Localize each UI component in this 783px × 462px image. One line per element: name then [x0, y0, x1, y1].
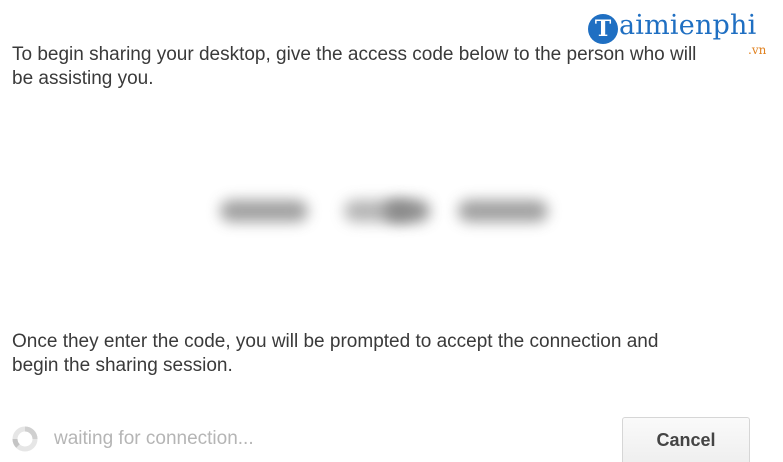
cancel-button[interactable]: Cancel [622, 417, 750, 462]
watermark-logo: T aimienphi .vn [588, 10, 783, 60]
watermark-tld: .vn [748, 43, 767, 57]
spinner-icon [12, 426, 38, 452]
connection-status: waiting for connection... [12, 424, 254, 454]
followup-text: Once they enter the code, you will be pr… [12, 331, 659, 376]
watermark-name: aimienphi [619, 10, 757, 41]
access-code-display [196, 180, 566, 240]
remote-assistance-dialog: To begin sharing your desktop, give the … [0, 0, 783, 462]
watermark-badge: T [588, 14, 618, 44]
status-text: waiting for connection... [54, 428, 254, 449]
